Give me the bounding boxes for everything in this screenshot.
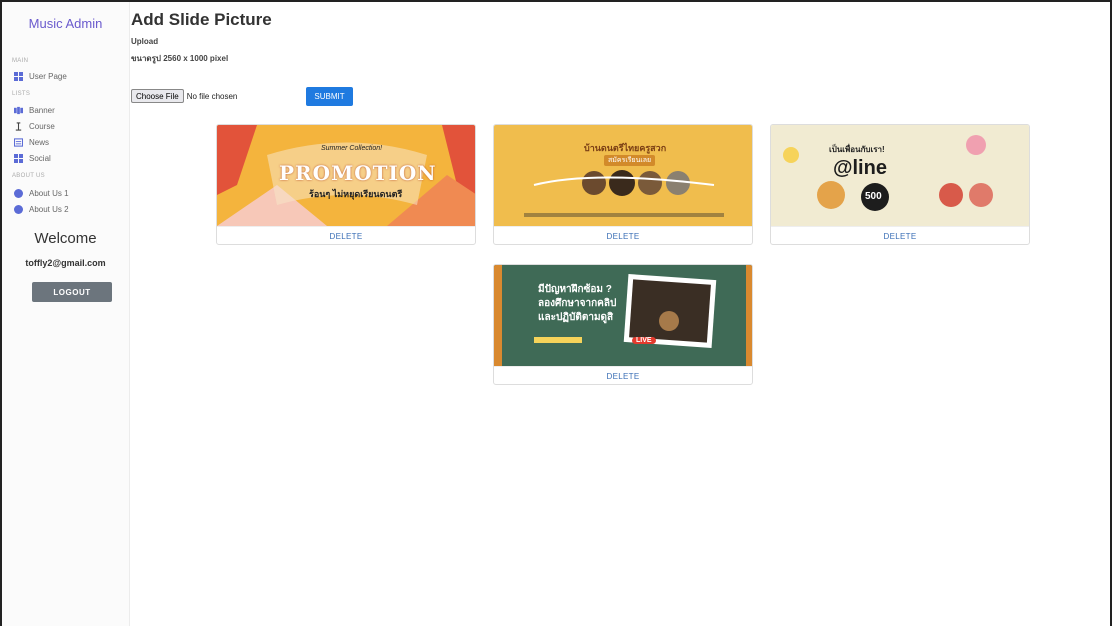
sidebar-item-about-us-2[interactable]: About Us 2 (14, 203, 69, 215)
sidebar-item-label: Course (29, 121, 55, 131)
section-label-lists: LISTS (12, 91, 31, 97)
delete-button[interactable]: DELETE (494, 226, 752, 244)
practice-line-2: ลองศึกษาจากคลิป (538, 298, 617, 309)
slide-card: เป็นเพื่อนกับเรา! @line 500 DELETE (770, 124, 1030, 245)
sidebar-item-label: User Page (29, 71, 67, 81)
choose-file-button[interactable]: Choose File (131, 89, 184, 103)
sidebar-item-label: About Us 2 (29, 204, 69, 214)
slide-image-line: เป็นเพื่อนกับเรา! @line 500 (771, 125, 1029, 226)
submit-button[interactable]: SUBMIT (306, 87, 353, 106)
sidebar-item-user-page[interactable]: User Page (14, 70, 67, 82)
line-artwork (783, 135, 993, 211)
slide-image-thai-music: บ้านดนตรีไทยครูสวก สมัครเรียนเลย (494, 125, 752, 226)
sidebar: Music Admin MAIN User Page LISTS Banner … (2, 2, 130, 626)
sidebar-item-label: Social (29, 153, 51, 163)
section-label-main: MAIN (12, 58, 29, 64)
sidebar-item-banner[interactable]: Banner (14, 104, 55, 116)
sidebar-item-label: About Us 1 (29, 188, 69, 198)
brand-title[interactable]: Music Admin (2, 16, 129, 31)
file-input[interactable]: Choose File No file chosen (131, 89, 237, 103)
info-icon (14, 204, 23, 214)
logout-button[interactable]: LOGOUT (32, 282, 112, 302)
promo-script-text: Summer Collection! (321, 145, 383, 152)
practice-artwork (494, 265, 752, 366)
slide-card: มีปัญหาฝึกซ้อม ? ลองศึกษาจากคลิป และปฏิบ… (493, 264, 753, 385)
user-email: toffly2@gmail.com (25, 258, 106, 268)
sidebar-item-news[interactable]: News (14, 136, 49, 148)
info-icon (14, 188, 23, 198)
sidebar-item-label: News (29, 137, 50, 147)
live-badge: LIVE (632, 337, 656, 344)
sidebar-item-about-us-1[interactable]: About Us 1 (14, 187, 69, 199)
slide-card: บ้านดนตรีไทยครูสวก สมัครเรียนเลย DELETE (493, 124, 753, 245)
page-title: Add Slide Picture (131, 10, 272, 29)
grid-icon (14, 71, 23, 81)
practice-line-3: และปฏิบัติตามดูสิ (538, 312, 614, 323)
thai-music-subtitle: สมัครเรียนเลย (604, 155, 656, 166)
delete-button[interactable]: DELETE (217, 226, 475, 244)
upload-label: Upload (131, 37, 159, 46)
section-label-about: ABOUT US (12, 173, 45, 179)
line-badge: 500 (865, 191, 882, 202)
promo-headline: PROMOTION (279, 161, 437, 185)
newspaper-icon (14, 137, 23, 147)
welcome-heading: Welcome (34, 230, 97, 247)
line-headline: เป็นเพื่อนกับเรา! (829, 145, 885, 154)
slide-card: Summer Collection! PROMOTION ร้อนๆ ไม่หย… (216, 124, 476, 245)
sidebar-item-social[interactable]: Social (14, 152, 51, 164)
delete-button[interactable]: DELETE (771, 226, 1029, 244)
slides-icon (14, 106, 23, 114)
promo-subtitle: ร้อนๆ ไม่หยุดเรียนดนตรี (309, 189, 403, 199)
slide-image-promotion: Summer Collection! PROMOTION ร้อนๆ ไม่หย… (217, 125, 475, 226)
sidebar-item-label: Banner (29, 105, 55, 115)
practice-line-1: มีปัญหาฝึกซ้อม ? (538, 284, 612, 295)
grid-icon (14, 153, 23, 163)
slide-image-practice: มีปัญหาฝึกซ้อม ? ลองศึกษาจากคลิป และปฏิบ… (494, 265, 752, 366)
file-status: No file chosen (186, 91, 238, 101)
line-brand: @line (833, 157, 887, 179)
image-size-hint: ขนาดรูป 2560 x 1000 pixel (131, 54, 229, 63)
thai-music-headline: บ้านดนตรีไทยครูสวก (584, 143, 667, 153)
sidebar-item-course[interactable]: Course (14, 120, 55, 132)
person-icon (15, 121, 22, 131)
delete-button[interactable]: DELETE (494, 366, 752, 384)
